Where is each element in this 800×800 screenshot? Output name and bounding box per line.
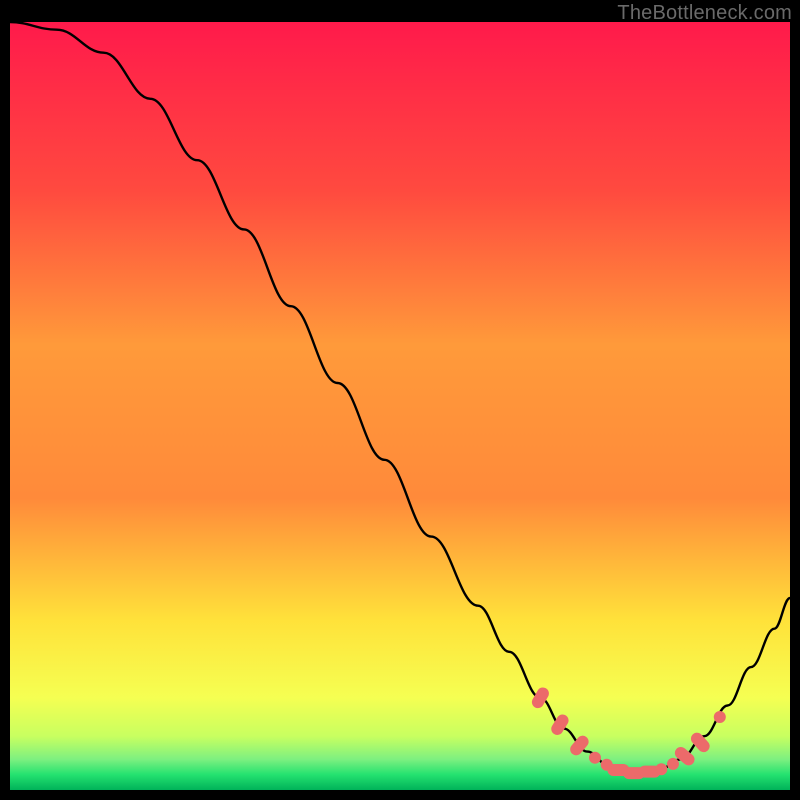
chart-svg xyxy=(10,22,790,790)
marker-dot xyxy=(667,758,679,770)
watermark-text: TheBottleneck.com xyxy=(617,2,792,25)
marker-dot xyxy=(655,763,667,775)
marker-dot xyxy=(714,711,726,723)
chart-frame: TheBottleneck.com xyxy=(0,0,800,800)
gradient-background xyxy=(10,22,790,790)
plot-area xyxy=(10,22,790,790)
marker-dot xyxy=(589,752,601,764)
